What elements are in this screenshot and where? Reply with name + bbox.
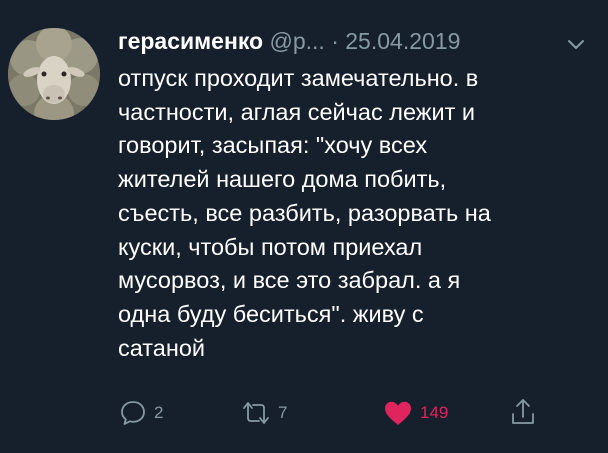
sheep-avatar-image <box>8 28 100 120</box>
author-handle[interactable]: @p... <box>270 28 325 54</box>
share-icon <box>508 396 538 428</box>
heart-icon <box>382 398 414 428</box>
retweet-count: 7 <box>278 403 288 422</box>
tweet-date[interactable]: 25.04.2019 <box>345 28 460 54</box>
tweet-header: герасименко @p... · 25.04.2019 <box>118 26 588 56</box>
share-button[interactable] <box>508 396 538 428</box>
speech-bubble-icon <box>118 398 148 428</box>
avatar[interactable] <box>8 28 100 120</box>
reply-count: 2 <box>154 403 164 422</box>
tweet-actions: 2 7 149 <box>0 392 608 432</box>
retweet-icon <box>240 398 272 428</box>
chevron-down-icon[interactable] <box>566 32 586 62</box>
like-count: 149 <box>420 403 449 422</box>
tweet: герасименко @p... · 25.04.2019 отпуск пр… <box>0 0 608 453</box>
like-button[interactable]: 149 <box>382 398 448 428</box>
separator-dot: · <box>331 28 339 54</box>
retweet-button[interactable]: 7 <box>240 398 287 428</box>
author-name[interactable]: герасименко <box>118 28 263 54</box>
reply-button[interactable]: 2 <box>118 398 163 428</box>
tweet-text: отпуск проходит замечательно. в частност… <box>118 65 491 361</box>
